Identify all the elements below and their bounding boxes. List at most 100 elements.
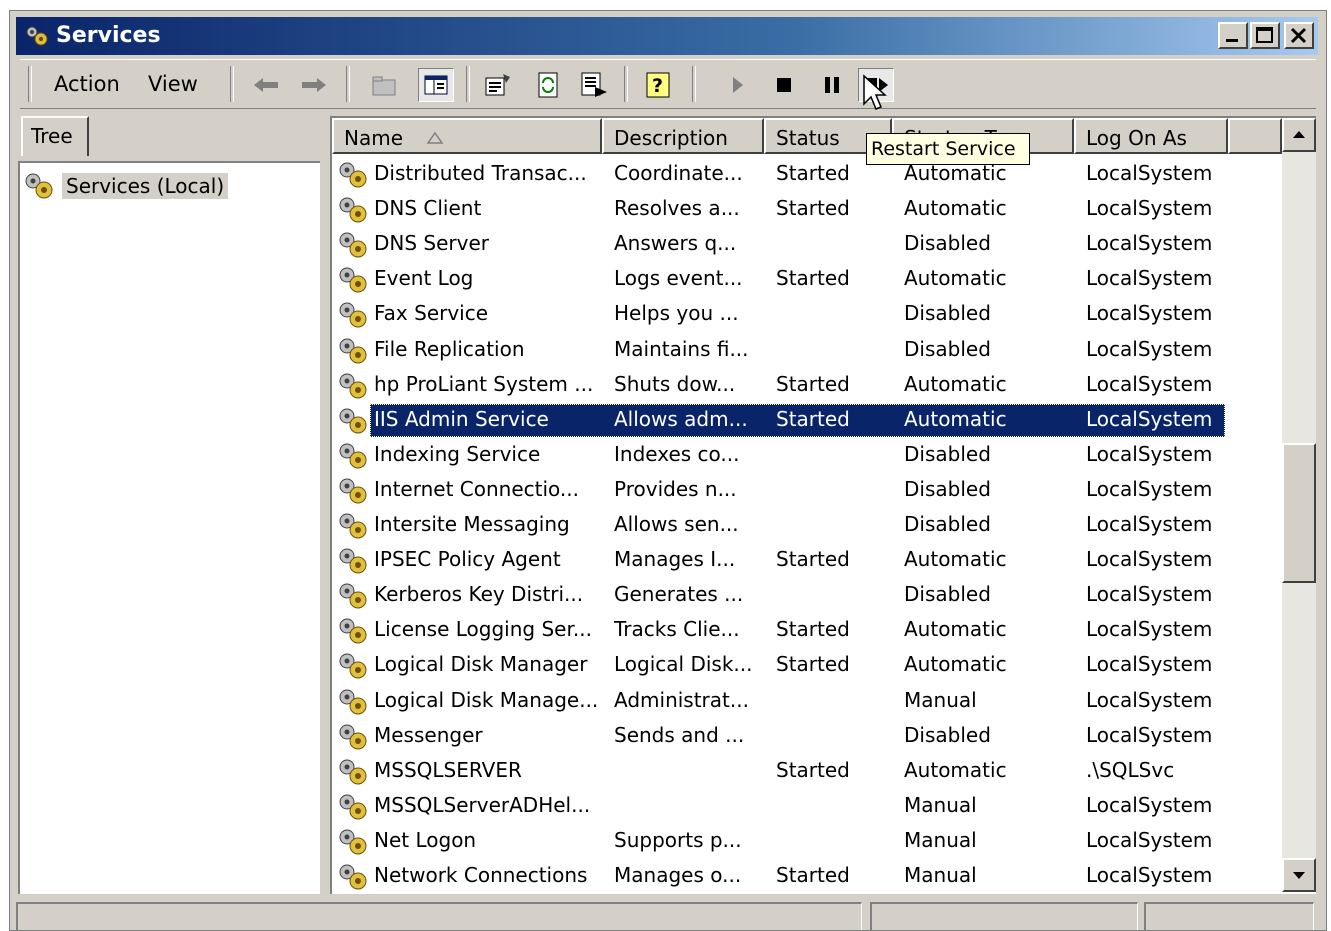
- service-gear-icon: [339, 232, 367, 258]
- cell-description: Coordinate...: [614, 161, 743, 185]
- table-row[interactable]: Fax Service Helps you ... Disabled LocalSys…: [332, 298, 1282, 333]
- cell-startup: Disabled: [904, 231, 991, 256]
- table-row[interactable]: License Logging Ser... Tracks Clie... Star…: [332, 614, 1282, 649]
- menu-action[interactable]: Action: [54, 72, 120, 96]
- cell-description: Logical Disk...: [614, 652, 753, 677]
- properties-button[interactable]: [480, 68, 516, 102]
- table-row[interactable]: Logical Disk Manage... Administrat... Manu…: [332, 685, 1282, 720]
- play-icon: [733, 77, 743, 93]
- tree-panel-icon: [424, 75, 448, 95]
- scroll-up-button[interactable]: [1282, 118, 1316, 152]
- menu-view[interactable]: View: [148, 72, 198, 96]
- cell-startup: Manual: [904, 687, 977, 712]
- service-gear-icon: [339, 302, 367, 328]
- table-row[interactable]: Kerberos Key Distri... Generates ... Disab…: [332, 579, 1282, 614]
- start-service-button[interactable]: [720, 68, 756, 102]
- cell-status: Started: [776, 617, 850, 642]
- cell-logon: LocalSystem: [1086, 792, 1213, 817]
- table-row[interactable]: Indexing Service Indexes co... Disabled Loc…: [332, 439, 1282, 474]
- status-bar: [10, 898, 1326, 930]
- cell-startup: Disabled: [904, 722, 991, 747]
- stop-service-button[interactable]: [766, 68, 802, 102]
- table-row[interactable]: File Replication Maintains fi... Disabled L…: [332, 334, 1282, 369]
- services-list: Name Description Status Startup Type Log…: [330, 116, 1316, 894]
- back-button[interactable]: [248, 68, 284, 102]
- cell-logon: LocalSystem: [1086, 722, 1213, 747]
- status-panel-1: [16, 902, 862, 930]
- column-header-description[interactable]: Description: [602, 118, 764, 154]
- refresh-button[interactable]: [530, 68, 566, 102]
- maximize-button[interactable]: [1250, 22, 1280, 49]
- table-row[interactable]: MSSQLSERVER Started Automatic .\SQLSvc: [332, 755, 1282, 790]
- cell-logon: LocalSystem: [1086, 266, 1213, 291]
- minimize-button[interactable]: [1218, 22, 1248, 49]
- cell-name: Messenger: [374, 722, 483, 747]
- table-row[interactable]: Event Log Logs event... Started Automatic Lo…: [332, 263, 1282, 298]
- table-row[interactable]: Network Connections Manages o... Started Ma…: [332, 860, 1282, 894]
- close-button[interactable]: [1284, 22, 1314, 49]
- column-header-name[interactable]: Name: [332, 118, 602, 154]
- export-list-button[interactable]: [576, 68, 612, 102]
- forward-button[interactable]: [296, 68, 332, 102]
- cell-name: MSSQLSERVER: [374, 757, 522, 782]
- table-row[interactable]: hp ProLiant System ... Shuts dow... Starte…: [332, 369, 1282, 404]
- table-row[interactable]: Distributed Transac... Coordinate... Start…: [332, 158, 1282, 193]
- cell-name: Logical Disk Manage...: [374, 687, 599, 712]
- table-row[interactable]: MSSQLServerADHel... Manual LocalSystem: [332, 790, 1282, 825]
- title-bar[interactable]: Services: [16, 17, 1318, 55]
- status-panel-3: [1144, 902, 1314, 930]
- cell-description: Allows sen...: [614, 512, 739, 536]
- table-row[interactable]: DNS Server Answers q... Disabled LocalSyste…: [332, 228, 1282, 263]
- export-list-icon: [581, 72, 607, 97]
- table-row[interactable]: Messenger Sends and ... Disabled LocalSyste…: [332, 720, 1282, 755]
- service-gear-icon: [339, 829, 367, 855]
- column-header-log-on-as[interactable]: Log On As: [1074, 118, 1228, 154]
- help-button[interactable]: ?: [640, 68, 676, 102]
- scroll-thumb[interactable]: [1282, 443, 1316, 583]
- toolbar-separator: [624, 66, 628, 102]
- properties-icon: [485, 74, 510, 96]
- up-one-level-button[interactable]: [366, 68, 402, 102]
- show-hide-tree-button[interactable]: [418, 68, 454, 102]
- tab-tree[interactable]: Tree: [21, 116, 89, 156]
- cell-startup: Disabled: [904, 441, 991, 466]
- cell-description: Allows adm...: [614, 406, 748, 431]
- minimize-icon: [1226, 39, 1238, 42]
- services-window: Services Action View ? Tree Services (Lo…: [9, 10, 1327, 931]
- cell-logon: LocalSystem: [1086, 231, 1213, 256]
- table-row[interactable]: DNS Client Resolves a... Started Automatic L…: [332, 193, 1282, 228]
- cell-description: Provides n...: [614, 476, 737, 501]
- cell-status: Started: [776, 652, 850, 677]
- table-row[interactable]: IIS Admin Service Allows adm... Started Aut…: [332, 403, 1282, 439]
- restart-service-tooltip: Restart Service: [866, 133, 1030, 165]
- cell-name: Intersite Messaging: [374, 512, 570, 536]
- pause-icon: [825, 77, 839, 93]
- stop-icon: [777, 78, 791, 92]
- cell-name: Internet Connectio...: [374, 476, 579, 501]
- cell-name: IIS Admin Service: [374, 406, 549, 431]
- cell-startup: Disabled: [904, 476, 991, 501]
- cell-logon: LocalSystem: [1086, 161, 1213, 185]
- cell-description: Helps you ...: [614, 301, 739, 326]
- table-row[interactable]: Internet Connectio... Provides n... Disabl…: [332, 474, 1282, 509]
- vertical-scrollbar[interactable]: [1282, 118, 1316, 892]
- cell-startup: Automatic: [904, 652, 1007, 677]
- service-gear-icon: [339, 478, 367, 504]
- tree-item-services-local[interactable]: Services (Local): [22, 171, 229, 201]
- cell-name: File Replication: [374, 336, 525, 361]
- arrow-up-icon: [1293, 131, 1305, 138]
- cell-logon: LocalSystem: [1086, 512, 1213, 536]
- cell-description: Administrat...: [614, 687, 749, 712]
- arrow-down-icon: [1293, 872, 1305, 879]
- cell-startup: Disabled: [904, 582, 991, 607]
- table-row[interactable]: Logical Disk Manager Logical Disk... Start…: [332, 649, 1282, 684]
- service-gear-icon: [339, 267, 367, 293]
- table-row[interactable]: Intersite Messaging Allows sen... Disabled…: [332, 509, 1282, 544]
- scroll-down-button[interactable]: [1282, 858, 1316, 892]
- toolbar-grip[interactable]: [28, 66, 32, 102]
- cell-startup: Automatic: [904, 757, 1007, 782]
- table-row[interactable]: Net Logon Supports p... Manual LocalSystem: [332, 825, 1282, 860]
- table-row[interactable]: IPSEC Policy Agent Manages I... Started Aut…: [332, 544, 1282, 579]
- cell-description: Answers q...: [614, 231, 737, 256]
- pause-service-button[interactable]: [814, 68, 850, 102]
